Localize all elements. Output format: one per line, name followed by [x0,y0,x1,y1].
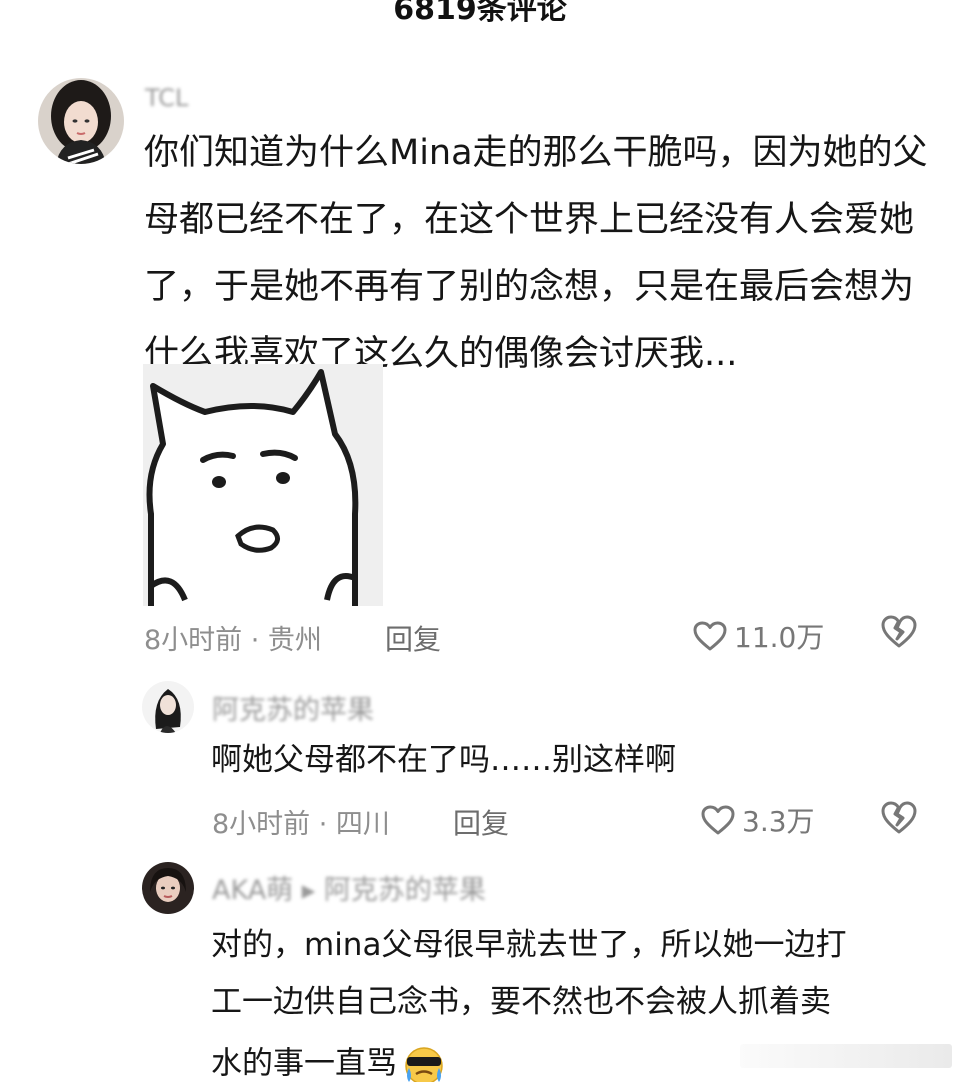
like-button[interactable]: 3.3万 [700,800,815,840]
comment-time-location: 8小时前 · 贵州 [144,625,322,656]
heart-outline-icon [701,805,735,835]
comment-line: 你们知道为什么Mina走的那么干脆吗，因为她的父 [144,133,928,173]
reply-button[interactable]: 回复 [453,802,509,842]
comment-line: 水的事一直骂 [211,1045,397,1082]
comment-line: 对的，mina父母很早就去世了，所以她一边打 [211,927,847,963]
comment-count-title: 6819条评论 [393,0,567,27]
comment-line: 了，于是她不再有了别的念想，只是在最后会想为 [144,267,915,307]
dislike-button[interactable] [880,800,918,840]
avatar[interactable] [38,78,124,164]
cat-sticker-image[interactable] [143,364,383,606]
like-button[interactable]: 11.0万 [692,616,824,656]
dislike-button[interactable] [880,614,918,654]
like-count: 11.0万 [734,621,825,654]
comment-text: 啊她父母都不在了吗……别这样啊 [211,745,676,776]
like-count: 3.3万 [742,805,815,838]
avatar[interactable] [142,862,194,914]
broken-heart-icon [881,615,917,648]
comment-line: 工一边供自己念书，要不然也不会被人抓着卖 [211,984,831,1020]
comment-line: 母都已经不在了，在这个世界上已经没有人会爱她 [144,200,915,240]
reply-button[interactable]: 回复 [385,618,441,658]
comment-username[interactable]: TCL [145,84,188,112]
comment-username[interactable]: AKA萌 ▸ 阿克苏的苹果 [212,868,486,907]
comment-time-location: 8小时前 · 四川 [212,809,390,840]
comment-line: 啊她父母都不在了吗……别这样啊 [211,742,676,778]
avatar[interactable] [142,681,194,733]
watermark [740,1044,952,1068]
cool-crying-emoji-icon [405,1047,443,1082]
heart-outline-icon [693,621,727,651]
broken-heart-icon [881,801,917,834]
comment-username[interactable]: 阿克苏的苹果 [212,688,374,727]
